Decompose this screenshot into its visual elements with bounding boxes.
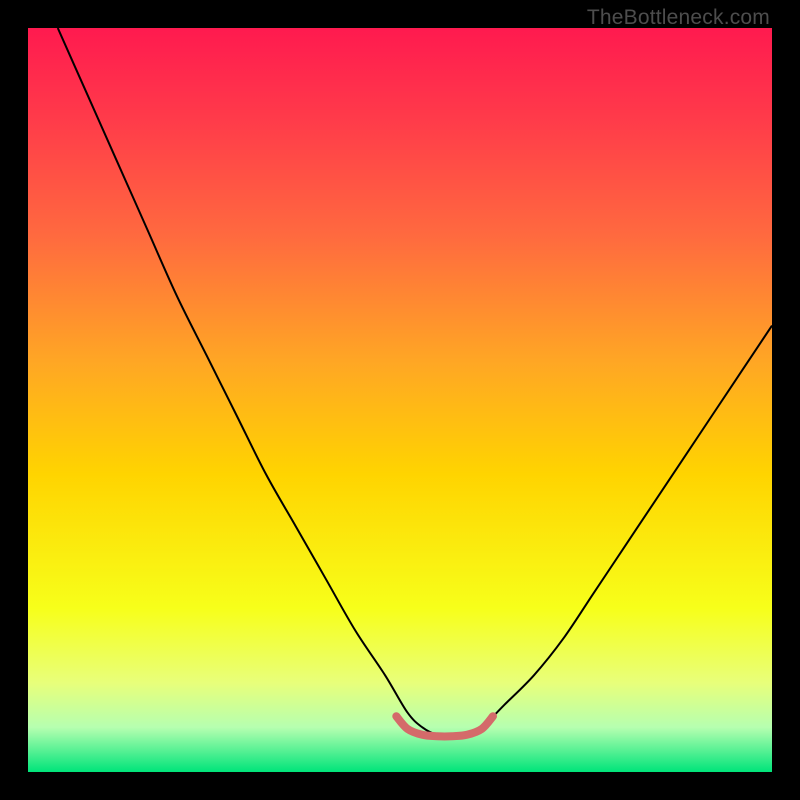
chart-plot-area <box>28 28 772 772</box>
chart-svg <box>28 28 772 772</box>
attribution-text: TheBottleneck.com <box>587 6 770 30</box>
chart-frame: { "attribution": "TheBottleneck.com", "c… <box>0 0 800 800</box>
gradient-background <box>28 28 772 772</box>
